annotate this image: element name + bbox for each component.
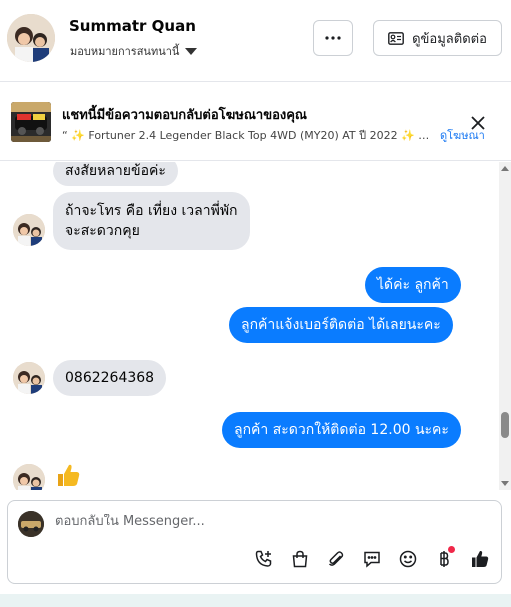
outgoing-message[interactable]: ลูกค้า สะดวกให้ติดต่อ 12.00 นะคะ: [222, 412, 461, 448]
more-dots-icon: [325, 36, 341, 40]
incoming-emoji-message[interactable]: [55, 462, 81, 490]
sender-avatar: [13, 464, 45, 490]
ad-banner-title: แชทนี้มีข้อความตอบกลับต่อโฆษณาของคุณ: [62, 108, 307, 123]
caret-down-icon: [185, 48, 198, 55]
paperclip-icon[interactable]: [324, 547, 348, 571]
incoming-message[interactable]: ถ้าจะโทร คือ เที่ยง เวลาพี่พัก จะสะดวกคุ…: [53, 192, 250, 250]
reply-composer: [7, 500, 502, 584]
message-text: สงสัยหลายข้อค่ะ: [65, 163, 166, 179]
messenger-reply-input[interactable]: [55, 514, 485, 529]
close-icon: [471, 116, 485, 130]
view-contact-info-button[interactable]: ดูข้อมูลติดต่อ: [373, 20, 502, 56]
sender-avatar: [13, 214, 45, 246]
saved-reply-icon[interactable]: [360, 547, 384, 571]
message-text: ถ้าจะโทร คือ เที่ยง เวลาพี่พัก: [65, 203, 238, 219]
ad-thumbnail[interactable]: [11, 102, 51, 142]
page-footer-strip: [0, 594, 511, 607]
scroll-up-arrow-icon[interactable]: [501, 166, 509, 171]
message-text: จะสะดวกคุย: [65, 223, 140, 239]
shopping-bag-icon[interactable]: [288, 547, 312, 571]
page-avatar: [18, 511, 44, 537]
assign-conversation-dropdown[interactable]: มอบหมายการสนทนานี้: [70, 42, 198, 60]
outgoing-message[interactable]: ได้ค่ะ ลูกค้า: [365, 267, 461, 303]
composer-toolbar: [8, 546, 503, 575]
outgoing-message[interactable]: ลูกค้าแจ้งเบอร์ติดต่อ ได้เลยนะคะ: [229, 307, 453, 343]
phone-plus-icon[interactable]: [252, 547, 276, 571]
incoming-message[interactable]: สงสัยหลายข้อค่ะ: [53, 162, 178, 186]
message-text: ลูกค้า สะดวกให้ติดต่อ 12.00 นะคะ: [234, 422, 449, 438]
emoji-icon[interactable]: [396, 547, 420, 571]
message-list: สงสัยหลายข้อค่ะ ถ้าจะโทร คือ เที่ยง เวลา…: [0, 162, 497, 490]
scrollbar-thumb[interactable]: [501, 412, 509, 438]
thumbs-up-emoji-icon: [58, 464, 80, 486]
more-options-button[interactable]: [313, 20, 353, 56]
message-list-scrollbar[interactable]: [499, 162, 511, 490]
close-banner-button[interactable]: [467, 112, 489, 134]
notification-dot: [448, 546, 455, 553]
contact-card-icon: [388, 31, 404, 45]
conversation-header: Summatr Quan มอบหมายการสนทนานี้ ดูข้อมูล…: [0, 0, 511, 82]
contact-name[interactable]: Summatr Quan: [69, 17, 196, 35]
contact-avatar[interactable]: [7, 14, 55, 62]
incoming-message[interactable]: 0862264368: [53, 360, 167, 396]
assign-label: มอบหมายการสนทนานี้: [70, 45, 180, 58]
ad-reply-banner: แชทนี้มีข้อความตอบกลับต่อโฆษณาของคุณ “ ✨…: [0, 83, 511, 161]
ad-banner-subtitle: “ ✨ Fortuner 2.4 Legender Black Top 4WD …: [62, 129, 430, 142]
message-text: ได้ค่ะ ลูกค้า: [377, 277, 449, 293]
message-text: 0862264368: [65, 370, 155, 386]
view-contact-info-label: ดูข้อมูลติดต่อ: [412, 31, 487, 47]
sender-avatar: [13, 362, 45, 394]
scroll-down-arrow-icon[interactable]: [501, 481, 509, 486]
thumbs-up-icon[interactable]: [468, 547, 492, 571]
message-text: ลูกค้าแจ้งเบอร์ติดต่อ ได้เลยนะคะ: [241, 317, 441, 333]
